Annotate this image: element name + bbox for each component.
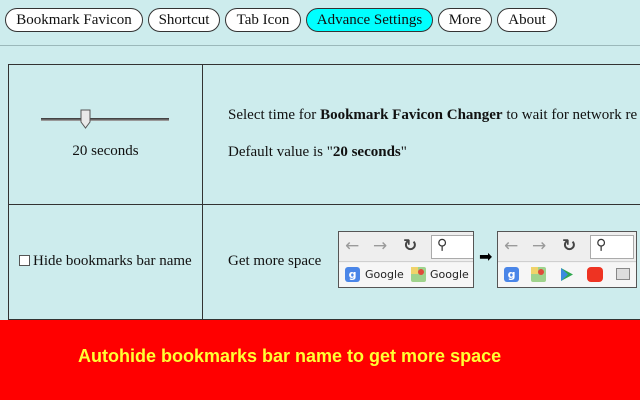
reload-icon: ↻ [403,236,418,256]
search-box: ⚲ [590,235,634,259]
tab-shortcut[interactable]: Shortcut [148,8,220,32]
promo-banner: Autohide bookmarks bar name to get more … [0,320,640,400]
preview-after: ← → ↻ ⚲ g [497,231,637,288]
wait-time-slider-track[interactable] [41,118,169,121]
column-divider [202,65,203,321]
tab-more[interactable]: More [438,8,492,32]
back-arrow-icon: ← [345,236,360,256]
maps-icon [411,267,426,282]
preview-before-toolbar: ← → ↻ ⚲ [339,232,473,262]
forward-arrow-icon: → [532,236,547,256]
wait-time-default: Default value is "20 seconds" [228,144,407,160]
tab-tab-icon[interactable]: Tab Icon [225,8,301,32]
wait-time-value: 20 seconds [72,143,139,159]
tab-bookmark-favicon[interactable]: Bookmark Favicon [5,8,143,32]
hide-bookmark-names-checkbox[interactable] [19,255,30,266]
default-value: 20 seconds [332,144,401,160]
search-box: ⚲ [431,235,473,259]
promo-banner-text: Autohide bookmarks bar name to get more … [78,346,502,366]
preview-before: ← → ↻ ⚲ g Google Google M [338,231,474,288]
get-more-space-text: Get more space [228,253,322,269]
play-store-icon [561,268,573,281]
settings-table: 20 seconds Select time for Bookmark Favi… [8,64,640,321]
right-arrow-icon: ➡ [479,247,493,266]
google-icon: g [345,267,360,282]
hide-bookmark-names-label: Hide bookmarks bar name [33,253,192,269]
tab-advance-settings[interactable]: Advance Settings [306,8,433,32]
forward-arrow-icon: → [373,236,388,256]
search-icon: ⚲ [437,237,448,253]
preview-after-toolbar: ← → ↻ ⚲ [498,232,636,262]
tab-about[interactable]: About [497,8,557,32]
wait-time-description: Select time for Bookmark Favicon Changer… [228,107,638,123]
google-icon: g [504,267,519,282]
bookmark-label: Google M [430,268,473,281]
row-divider [9,204,640,205]
preview-after-bookmarks: g [498,263,636,287]
hide-bookmark-names-option[interactable]: Hide bookmarks bar name [19,253,192,270]
maps-icon [531,267,546,282]
youtube-icon [587,267,603,282]
app-name: Bookmark Favicon Changer [320,107,503,123]
bookmark-label: Google [365,268,404,281]
reload-icon: ↻ [562,236,577,256]
settings-tab-bar: Bookmark Favicon Shortcut Tab Icon Advan… [0,0,640,46]
preview-before-bookmarks: g Google Google M [339,263,473,287]
bookmark-icon [616,268,630,280]
back-arrow-icon: ← [504,236,519,256]
search-icon: ⚲ [596,237,607,253]
wait-time-slider-thumb[interactable] [80,109,91,129]
